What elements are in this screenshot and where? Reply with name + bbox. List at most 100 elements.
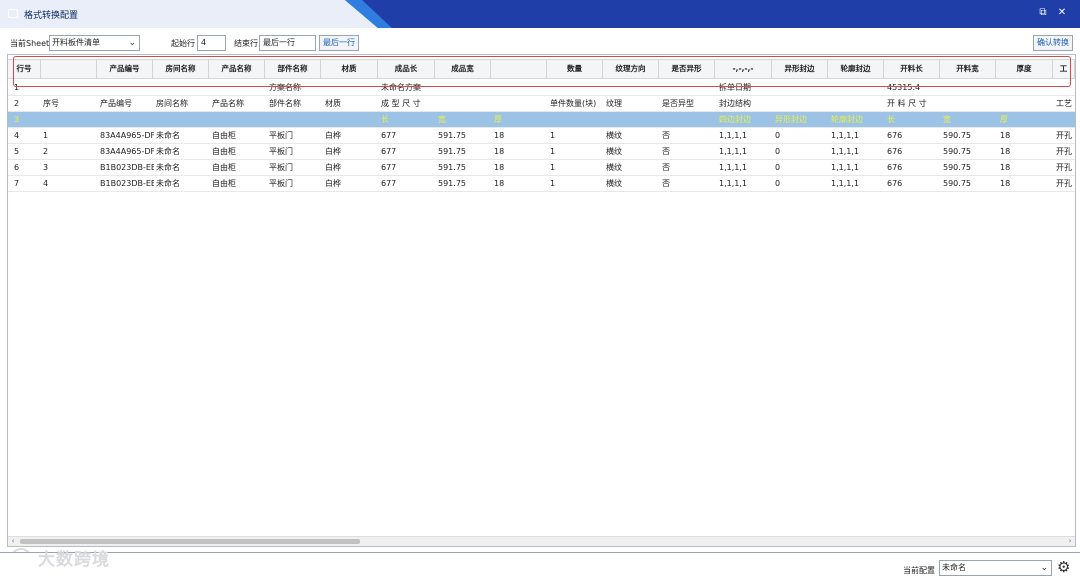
table-cell[interactable]: 房间名称 (154, 96, 210, 111)
column-header[interactable]: 材质 (321, 60, 378, 78)
column-header[interactable] (491, 60, 547, 78)
table-cell[interactable]: 成 型 尺 寸 (379, 96, 436, 111)
table-cell[interactable]: 7 (12, 176, 41, 191)
table-cell[interactable]: 18 (998, 128, 1054, 143)
table-row[interactable]: 4 1 83A4A965-DF 未命名 自由柜 平板门 白桦 677 591.75 18 1 横纹否 1… (8, 128, 1075, 144)
table-cell[interactable]: 白桦 (323, 160, 379, 175)
data-grid[interactable]: 行号 产品编号 房间名称 产品名称 部件名称 材质 成品长 成品宽 数量 纹理方向 是否异形 -,-,… (7, 54, 1076, 547)
table-cell[interactable]: 产品名称 (210, 96, 267, 111)
table-cell[interactable]: 开 料 尺 寸 (885, 96, 941, 111)
table-cell[interactable] (436, 80, 492, 95)
table-cell[interactable]: 拆单日期 (717, 80, 773, 95)
table-cell[interactable]: 83A4A965-DF (98, 128, 154, 143)
table-cell[interactable] (323, 112, 379, 127)
table-cell[interactable]: 未命名 (154, 144, 210, 159)
table-cell[interactable]: 序号 (41, 96, 98, 111)
table-cell[interactable]: 1 (548, 128, 604, 143)
column-header[interactable]: 开料宽 (940, 60, 996, 78)
table-cell[interactable]: 591.75 (436, 144, 492, 159)
table-cell[interactable]: 平板门 (267, 144, 323, 159)
table-cell[interactable]: 0 (773, 176, 829, 191)
table-cell[interactable] (98, 112, 154, 127)
table-cell[interactable]: 677 (379, 128, 436, 143)
table-cell[interactable]: 轮廓封边 (829, 112, 885, 127)
table-cell[interactable]: 白桦 (323, 144, 379, 159)
table-cell[interactable]: 676 (885, 128, 941, 143)
table-cell[interactable] (829, 80, 885, 95)
table-row[interactable]: 5 2 83A4A965-DF 未命名 自由柜 平板门 白桦 677 591.75 18 1 横纹否 1… (8, 144, 1075, 160)
table-cell[interactable]: 6 (12, 160, 41, 175)
table-cell[interactable]: 长 (885, 112, 941, 127)
table-cell[interactable]: 开孔 (1054, 128, 1075, 143)
table-cell[interactable]: 宽 (941, 112, 998, 127)
table-cell[interactable]: 厚 (998, 112, 1054, 127)
table-cell[interactable]: 纹理 (604, 96, 660, 111)
table-cell[interactable]: 宽 (436, 112, 492, 127)
sheet-select[interactable]: 开料板件清单 ⌄ (49, 35, 140, 51)
table-cell[interactable] (548, 80, 604, 95)
scrollbar-thumb[interactable] (20, 539, 360, 544)
table-cell[interactable]: 是否异型 (660, 96, 717, 111)
table-cell[interactable]: 676 (885, 176, 941, 191)
table-cell[interactable]: 部件名称 (267, 96, 323, 111)
scroll-left-icon[interactable]: ‹ (8, 537, 18, 546)
table-cell[interactable]: 单件数量(块) (548, 96, 604, 111)
table-cell[interactable]: 厚 (492, 112, 548, 127)
table-cell[interactable]: 平板门 (267, 128, 323, 143)
table-cell[interactable]: 1,1,1,1 (717, 128, 773, 143)
table-cell[interactable]: 590.75 (941, 176, 998, 191)
column-header[interactable]: 成品长 (378, 60, 435, 78)
table-cell[interactable]: 45315.4 (885, 80, 941, 95)
table-cell[interactable]: 未命名 (154, 160, 210, 175)
table-cell[interactable] (941, 96, 998, 111)
table-row[interactable]: 6 3 B1B023DB-EB 未命名 自由柜 平板门 白桦 677 591.75 18 1 横纹否 1… (8, 160, 1075, 176)
table-cell[interactable] (773, 96, 829, 111)
table-cell[interactable] (604, 80, 660, 95)
table-cell[interactable]: B1B023DB-EB (98, 160, 154, 175)
table-cell[interactable] (436, 96, 492, 111)
table-cell[interactable]: 0 (773, 160, 829, 175)
table-cell[interactable] (492, 80, 548, 95)
column-header[interactable] (41, 60, 97, 78)
table-cell[interactable]: 开孔 (1054, 160, 1075, 175)
table-cell[interactable]: 3 (41, 160, 98, 175)
table-cell[interactable] (604, 112, 660, 127)
gear-icon[interactable]: ⚙ (1057, 559, 1073, 575)
table-cell[interactable]: 590.75 (941, 128, 998, 143)
table-cell[interactable]: 横纹 (604, 160, 660, 175)
table-cell[interactable]: 1,1,1,1 (829, 176, 885, 191)
last-row-button[interactable]: 最后一行 (319, 35, 359, 51)
table-cell[interactable]: B1B023DB-EB (98, 176, 154, 191)
table-cell[interactable]: 材质 (323, 96, 379, 111)
table-cell[interactable]: 590.75 (941, 144, 998, 159)
table-cell[interactable] (323, 80, 379, 95)
table-cell[interactable] (492, 96, 548, 111)
column-header[interactable]: 轮廓封边 (828, 60, 884, 78)
table-cell[interactable]: 0 (773, 144, 829, 159)
table-cell[interactable]: 产品编号 (98, 96, 154, 111)
table-cell[interactable]: 1 (12, 80, 41, 95)
table-cell[interactable]: 18 (998, 160, 1054, 175)
column-header[interactable]: 数量 (547, 60, 603, 78)
table-cell[interactable]: 未命名方案 (379, 80, 436, 95)
table-cell[interactable]: 676 (885, 160, 941, 175)
table-cell[interactable]: 2 (12, 96, 41, 111)
table-row[interactable]: 2 序号 产品编号 房间名称 产品名称 部件名称 材质成 型 尺 寸 单件数量(块) 纹理 是否异… (8, 96, 1075, 112)
table-cell[interactable] (1054, 80, 1075, 95)
column-header[interactable]: 行号 (8, 60, 41, 78)
table-cell[interactable] (998, 96, 1054, 111)
table-cell[interactable]: 3 (12, 112, 41, 127)
column-header[interactable]: 是否异形 (659, 60, 715, 78)
table-cell[interactable]: 1 (548, 144, 604, 159)
column-header[interactable]: 房间名称 (153, 60, 209, 78)
table-cell[interactable]: 平板门 (267, 176, 323, 191)
table-cell[interactable]: 否 (660, 176, 717, 191)
table-cell[interactable]: 方案名称 (267, 80, 323, 95)
table-cell[interactable]: 1,1,1,1 (829, 128, 885, 143)
table-cell[interactable] (154, 80, 210, 95)
table-cell[interactable]: 677 (379, 144, 436, 159)
table-row[interactable]: 1 方案名称 未命名方案 拆单日期 45315.4 (8, 80, 1075, 96)
table-cell[interactable]: 18 (492, 128, 548, 143)
table-cell[interactable]: 1 (548, 160, 604, 175)
table-row[interactable]: 3 长宽厚四边封边 异形封边 轮廓封边长宽厚 (8, 112, 1075, 128)
